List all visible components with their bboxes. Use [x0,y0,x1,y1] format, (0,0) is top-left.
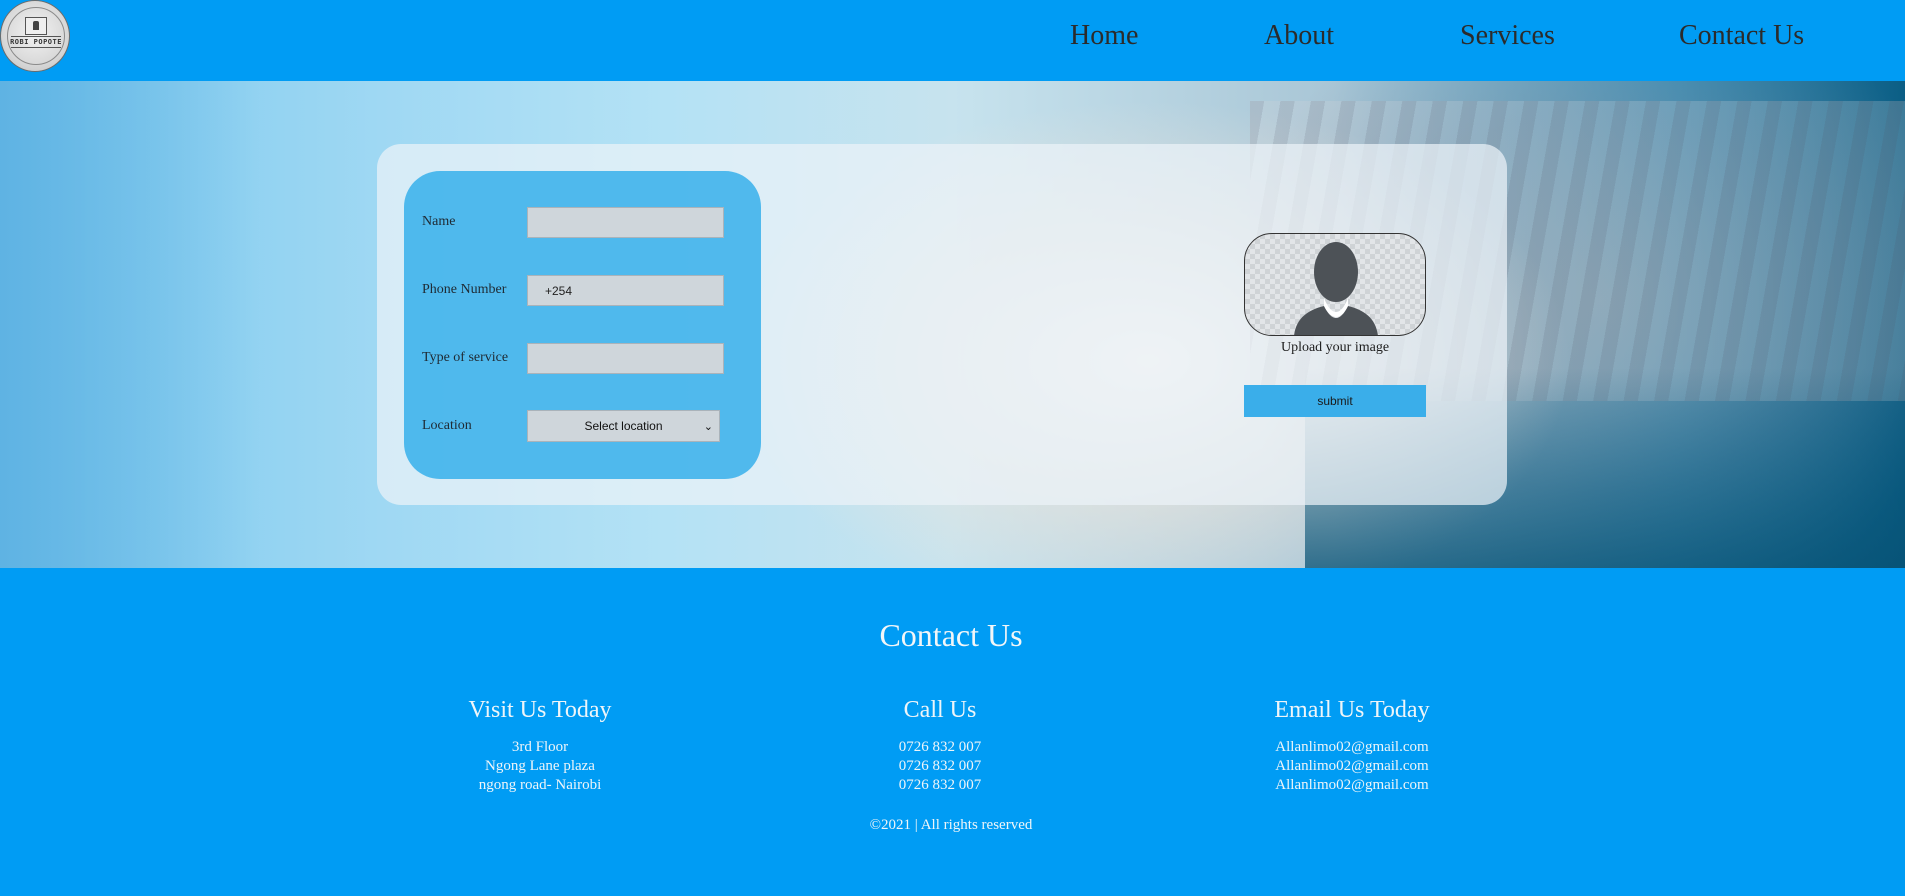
user-avatar-icon [1294,242,1378,335]
email-address: Allanlimo02@gmail.com [1275,777,1429,793]
hero-shade-left [0,81,260,568]
phone-input[interactable] [527,275,724,306]
upload-image-label: Upload your image [1280,340,1390,355]
email-address: Allanlimo02@gmail.com [1275,739,1429,755]
phone-number: 0726 832 007 [898,758,982,774]
logo-divider [11,47,61,48]
location-label: Location [422,418,472,433]
visit-column: Visit Us Today 3rd Floor Ngong Lane plaz… [390,694,690,795]
nav-services-link[interactable]: Services [1460,20,1555,52]
call-column: Call Us 0726 832 007 0726 832 007 0726 8… [790,694,1090,795]
logo-text: ROBI POPOTE [10,38,62,46]
nav-home-link[interactable]: Home [1070,20,1138,52]
image-upload[interactable] [1244,233,1426,336]
phone-number: 0726 832 007 [898,777,982,793]
chevron-down-icon: ⌄ [703,421,713,433]
email-column: Email Us Today Allanlimo02@gmail.com All… [1202,694,1502,795]
logo[interactable]: ROBI POPOTE [0,0,70,72]
name-label: Name [422,214,456,229]
call-heading: Call Us [903,697,977,723]
logo-divider [11,36,61,37]
brand-seal-icon [25,17,47,35]
phone-label: Phone Number [422,282,507,297]
location-select-value: Select location [584,419,663,433]
top-nav: ROBI POPOTE Home About Services Contact … [0,0,1905,81]
phone-number: 0726 832 007 [898,739,982,755]
location-select[interactable]: Select location ⌄ [527,410,720,442]
service-label: Type of service [422,350,509,365]
nav-about-link[interactable]: About [1264,20,1334,52]
submit-button[interactable]: submit [1244,385,1426,417]
service-input[interactable] [527,343,724,374]
name-input[interactable] [527,207,724,238]
copyright: ©2021 | All rights reserved [869,817,1033,833]
visit-line: ngong road- Nairobi [478,777,602,793]
email-heading: Email Us Today [1274,697,1430,723]
visit-line: Ngong Lane plaza [485,758,595,774]
email-address: Allanlimo02@gmail.com [1275,758,1429,774]
contact-title: Contact Us [879,617,1023,653]
visit-line: 3rd Floor [511,739,569,755]
nav-contact-link[interactable]: Contact Us [1679,20,1804,52]
visit-heading: Visit Us Today [468,697,612,723]
